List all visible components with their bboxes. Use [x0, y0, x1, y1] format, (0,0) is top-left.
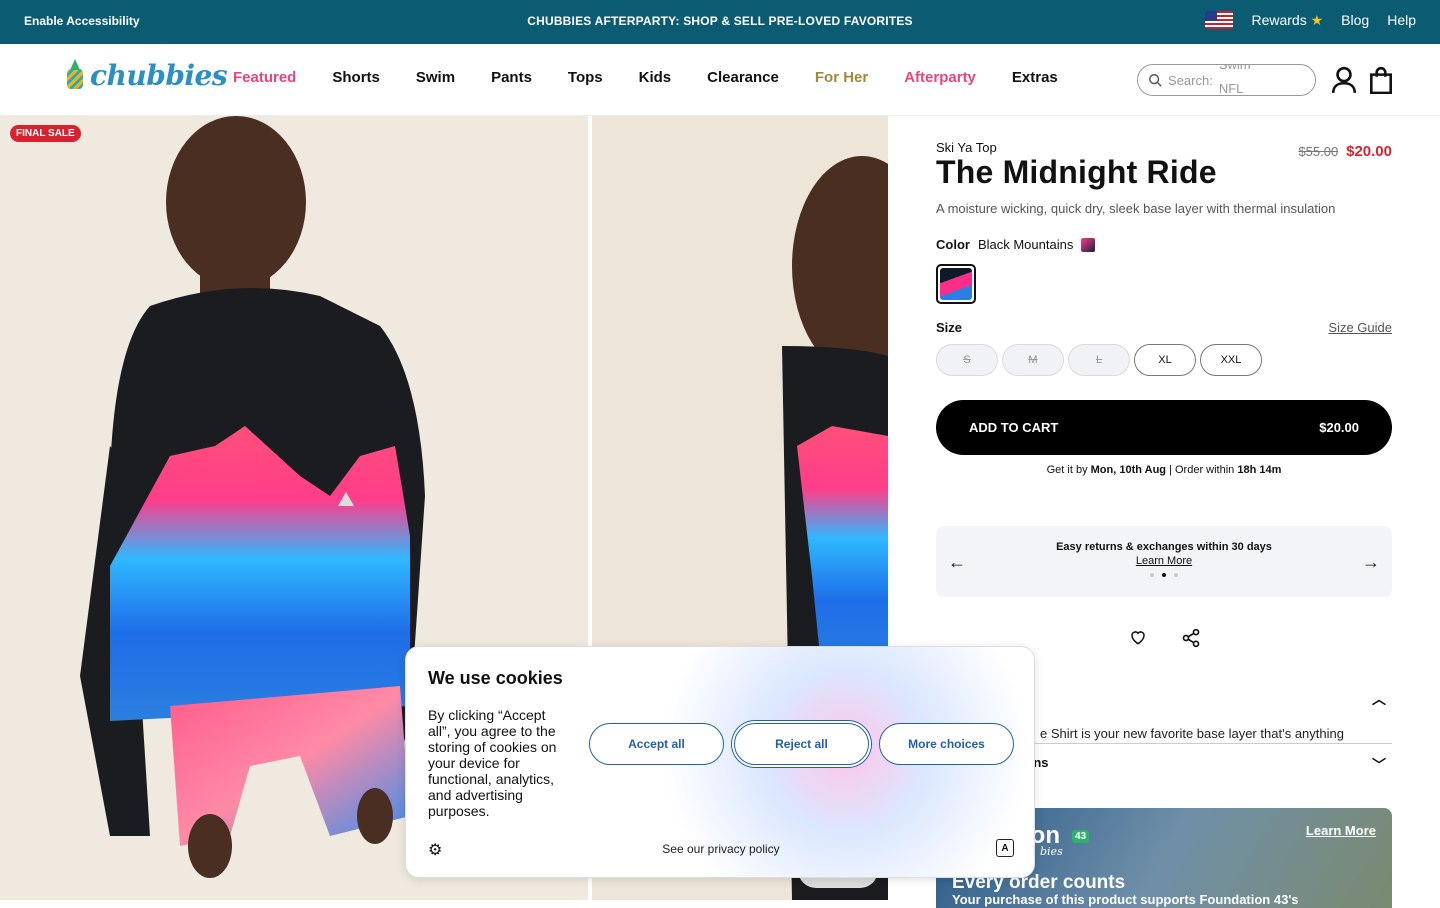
carousel-dot-active[interactable]: [1162, 573, 1166, 577]
delivery-prefix: Get it by: [1046, 464, 1088, 476]
product-title: The Midnight Ride: [936, 154, 1217, 190]
more-choices-button[interactable]: More choices: [879, 723, 1014, 765]
pineapple-icon: [64, 59, 86, 91]
returns-title: Easy returns & exchanges within 30 days: [1056, 541, 1272, 553]
heart-icon[interactable]: [1129, 628, 1147, 646]
arrow-right-icon[interactable]: →: [1362, 552, 1380, 573]
add-to-cart-label: ADD TO CART: [969, 420, 1059, 435]
nav-item-afterparty[interactable]: Afterparty: [904, 69, 976, 86]
chevron-up-icon: ︿: [1372, 691, 1386, 707]
us-flag-icon[interactable]: [1205, 11, 1234, 29]
original-price: $55.00: [1298, 144, 1339, 159]
nav-item-swim[interactable]: Swim: [416, 69, 455, 86]
carousel-dot[interactable]: [1174, 573, 1178, 577]
product-subtitle: Ski Ya Top: [936, 140, 997, 155]
account-icon[interactable]: [1331, 66, 1357, 94]
delivery-mid: | Order within: [1169, 464, 1235, 476]
enable-accessibility-link[interactable]: Enable Accessibility: [24, 14, 140, 28]
search-input[interactable]: Search: Swim NFL: [1137, 64, 1316, 96]
chubbies-logo[interactable]: chubbies: [64, 58, 228, 92]
add-to-cart-button[interactable]: ADD TO CART $20.00: [936, 400, 1392, 455]
product-price: $55.00 $20.00: [1298, 143, 1392, 160]
nav-item-extras[interactable]: Extras: [1012, 69, 1058, 86]
search-icon: [1149, 74, 1162, 87]
nav-item-featured[interactable]: Featured: [233, 69, 296, 86]
sale-price: $20.00: [1346, 143, 1392, 160]
size-option-xxl[interactable]: XXL: [1200, 344, 1262, 376]
translate-icon[interactable]: A: [996, 839, 1014, 857]
rewards-link[interactable]: Rewards ★: [1251, 12, 1323, 29]
size-option-s[interactable]: S: [936, 344, 998, 376]
returns-learn-more-link[interactable]: Learn More: [936, 555, 1392, 567]
banner-learn-more-link[interactable]: Learn More: [1306, 823, 1376, 838]
cookie-body: By clicking “Accept all”, you agree to t…: [428, 707, 557, 819]
size-option-m[interactable]: M: [1002, 344, 1064, 376]
size-guide-link[interactable]: Size Guide: [1328, 320, 1392, 335]
share-icon[interactable]: [1181, 628, 1201, 648]
help-link[interactable]: Help: [1387, 12, 1416, 28]
accept-all-button[interactable]: Accept all: [589, 723, 724, 765]
size-options: S M L XL XXL: [936, 344, 1262, 376]
add-to-cart-price: $20.00: [1319, 420, 1359, 435]
search-suggestions: Swim NFL: [1218, 64, 1251, 96]
reject-all-button[interactable]: Reject all: [734, 723, 869, 765]
nav-item-shorts[interactable]: Shorts: [332, 69, 380, 86]
product-description: A moisture wicking, quick dry, sleek bas…: [936, 201, 1336, 216]
nav-item-for-her[interactable]: For Her: [815, 69, 868, 86]
nav-menu: Featured Shorts Swim Pants Tops Kids Cle…: [233, 69, 1058, 86]
color-label: Color: [936, 237, 970, 252]
nav-item-clearance[interactable]: Clearance: [707, 69, 779, 86]
delivery-estimate: Get it by Mon, 10th Aug | Order within 1…: [936, 464, 1392, 476]
search-suggestion: Swim: [1218, 64, 1251, 72]
cart-icon[interactable]: [1368, 66, 1394, 94]
size-option-l[interactable]: L: [1068, 344, 1130, 376]
foundation-logo-sub: bies: [1040, 845, 1063, 858]
color-swatch-icon: [1081, 237, 1096, 252]
color-value: Black Mountains: [977, 237, 1074, 252]
cookie-title: We use cookies: [428, 668, 563, 688]
product-actions: [1129, 628, 1201, 648]
nav-item-tops[interactable]: Tops: [568, 69, 603, 86]
size-label: Size: [936, 320, 963, 335]
privacy-policy-link[interactable]: See our privacy policy: [406, 842, 1036, 856]
star-icon: ★: [1310, 11, 1324, 28]
nav-item-pants[interactable]: Pants: [491, 69, 532, 86]
carousel-dots: [936, 573, 1392, 577]
final-sale-badge: FINAL SALE: [10, 125, 81, 142]
size-option-xl[interactable]: XL: [1134, 344, 1196, 376]
rewards-label: Rewards: [1251, 11, 1307, 28]
cookie-consent-dialog: We use cookies By clicking “Accept all”,…: [405, 646, 1035, 878]
details-text: e Shirt is your new favorite base layer …: [1040, 726, 1344, 741]
delivery-date: Mon, 10th Aug: [1090, 464, 1167, 476]
main-nav: chubbies Featured Shorts Swim Pants Tops…: [0, 44, 1440, 116]
search-label: Search:: [1168, 72, 1213, 88]
color-row: Color Black Mountains: [936, 237, 1096, 252]
utility-links: Rewards ★ Blog Help: [1205, 11, 1416, 29]
returns-carousel: ← Easy returns & exchanges within 30 day…: [936, 526, 1392, 597]
delivery-countdown: 18h 14m: [1237, 464, 1282, 476]
nav-item-kids[interactable]: Kids: [639, 69, 672, 86]
search-suggestion: NFL: [1218, 81, 1244, 96]
color-swatch-black-mountains[interactable]: [936, 264, 976, 304]
chevron-down-icon: ﹀: [1372, 757, 1386, 773]
logo-wordmark: chubbies: [90, 58, 228, 92]
carousel-dot[interactable]: [1150, 573, 1154, 577]
foundation-badge: 43: [1072, 830, 1090, 843]
blog-link[interactable]: Blog: [1341, 12, 1369, 28]
announcement-bar: Enable Accessibility CHUBBIES AFTERPARTY…: [0, 0, 1440, 44]
